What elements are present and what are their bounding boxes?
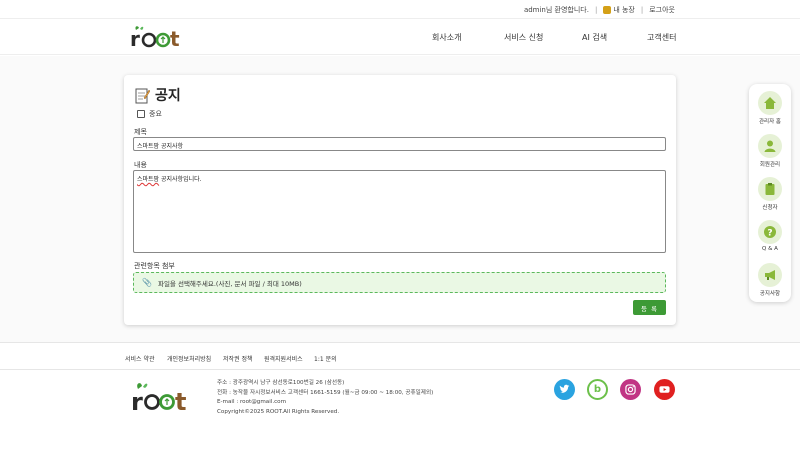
footer-phone: 전화 : 농작물 자시정보서비스 고객센터 1661-5159 (월~금 09:… bbox=[217, 389, 434, 396]
content-text: 공지사항입니다. bbox=[159, 176, 202, 183]
form-title-text: 공지 bbox=[155, 88, 181, 104]
svg-text:r: r bbox=[131, 388, 143, 413]
separator: | bbox=[594, 6, 598, 14]
site-header: r t 회사소개 서비스 신청 AI 검색 고객센터 bbox=[0, 18, 800, 55]
file-dropzone[interactable]: 📎 파일을 선택해주세요.(사진, 문서 파일 / 최대 10MB) bbox=[133, 272, 666, 293]
admin-quick-sidebar: 관리자 홈 회원관리 신청자 ? Q & A 공지사항 bbox=[749, 84, 791, 302]
footer-link-privacy[interactable]: 개인정보처리방침 bbox=[167, 354, 211, 363]
attach-label: 관련항목 첨부 bbox=[134, 262, 175, 270]
farm-icon bbox=[603, 6, 612, 14]
nav-service-apply[interactable]: 서비스 신청 bbox=[504, 32, 543, 43]
home-icon bbox=[758, 91, 782, 115]
sidebar-item-applicants[interactable]: 신청자 bbox=[749, 177, 791, 211]
sidebar-item-label: 관리자 홈 bbox=[759, 119, 781, 125]
sidebar-item-member-manage[interactable]: 회원관리 bbox=[749, 134, 791, 168]
svg-text:r: r bbox=[130, 27, 140, 50]
top-utility-bar: admin님 환영합니다. | 내 농장 | 로그아웃 bbox=[0, 0, 800, 18]
svg-text:t: t bbox=[175, 388, 186, 413]
twitter-icon[interactable] bbox=[554, 379, 575, 400]
my-farm-label: 내 농장 bbox=[613, 6, 635, 14]
welcome-text: admin님 환영합니다. bbox=[523, 6, 589, 14]
memo-icon bbox=[135, 88, 150, 103]
sidebar-item-qna[interactable]: ? Q & A bbox=[749, 220, 791, 252]
title-input[interactable]: 스마트팜 공지사항 bbox=[133, 137, 666, 151]
instagram-icon[interactable] bbox=[620, 379, 641, 400]
nav-company[interactable]: 회사소개 bbox=[432, 32, 461, 43]
footer-link-terms[interactable]: 서비스 약관 bbox=[125, 354, 155, 363]
youtube-icon[interactable] bbox=[654, 379, 675, 400]
megaphone-icon bbox=[758, 263, 782, 287]
footer-copyright: Copyright©2025 ROOT.All Rights Reserved. bbox=[217, 408, 340, 415]
footer-company-info: 주소 : 광주광역시 남구 삼선동로100번길 26 (삼선동) 전화 : 농작… bbox=[217, 379, 433, 417]
sidebar-item-label: 회원관리 bbox=[759, 162, 781, 168]
dropzone-text: 파일을 선택해주세요.(사진, 문서 파일 / 최대 10MB) bbox=[157, 279, 302, 288]
important-row: 중요 bbox=[137, 109, 162, 119]
my-farm-link[interactable]: 내 농장 bbox=[603, 5, 635, 15]
clipboard-icon bbox=[758, 177, 782, 201]
sidebar-item-label: 공지사항 bbox=[759, 291, 781, 297]
sidebar-item-label: Q & A bbox=[762, 246, 778, 252]
svg-text:?: ? bbox=[767, 229, 772, 239]
important-label: 중요 bbox=[149, 110, 162, 118]
nav-customer-center[interactable]: 고객센터 bbox=[647, 32, 676, 43]
logout-link[interactable]: 로그아웃 bbox=[649, 5, 675, 15]
submit-button[interactable]: 등 록 bbox=[633, 300, 666, 315]
notice-form-card: 공지 중요 제목 스마트팜 공지사항 내용 스마트팜 공지사항입니다. 관련항목… bbox=[124, 75, 676, 325]
svg-text:t: t bbox=[170, 27, 180, 50]
separator: | bbox=[640, 6, 644, 14]
question-icon: ? bbox=[758, 220, 782, 244]
footer-link-inquiry[interactable]: 1:1 문의 bbox=[314, 354, 337, 363]
footer-links-bar: 서비스 약관 개인정보처리방침 저작권 정책 원격지원서비스 1:1 문의 bbox=[0, 342, 800, 370]
paperclip-icon: 📎 bbox=[142, 278, 152, 287]
content-spellcheck-word: 스마트팜 bbox=[137, 176, 160, 183]
title-label: 제목 bbox=[134, 128, 147, 136]
footer-link-remote-support[interactable]: 원격지원서비스 bbox=[264, 354, 303, 363]
sidebar-item-label: 신청자 bbox=[762, 205, 778, 211]
content-label: 내용 bbox=[134, 161, 147, 169]
footer-address: 주소 : 광주광역시 남구 삼선동로100번길 26 (삼선동) bbox=[217, 380, 345, 386]
nav-ai-search[interactable]: AI 검색 bbox=[582, 32, 607, 43]
root-logo[interactable]: r t bbox=[130, 24, 186, 50]
footer-email: E-mail : root@gmail.com bbox=[217, 399, 287, 406]
form-title: 공지 bbox=[135, 85, 181, 105]
blog-icon[interactable]: b bbox=[587, 379, 608, 400]
footer-link-copyright[interactable]: 저작권 정책 bbox=[223, 354, 253, 363]
footer-root-logo: r t bbox=[131, 383, 186, 413]
content-textarea[interactable]: 스마트팜 공지사항입니다. bbox=[133, 170, 666, 253]
sidebar-item-notice[interactable]: 공지사항 bbox=[749, 263, 791, 297]
user-icon bbox=[758, 134, 782, 158]
site-footer: r t 주소 : 광주광역시 남구 삼선동로100번길 26 (삼선동) 전화 … bbox=[0, 371, 800, 450]
sidebar-item-admin-home[interactable]: 관리자 홈 bbox=[749, 91, 791, 125]
important-checkbox[interactable] bbox=[137, 110, 145, 118]
